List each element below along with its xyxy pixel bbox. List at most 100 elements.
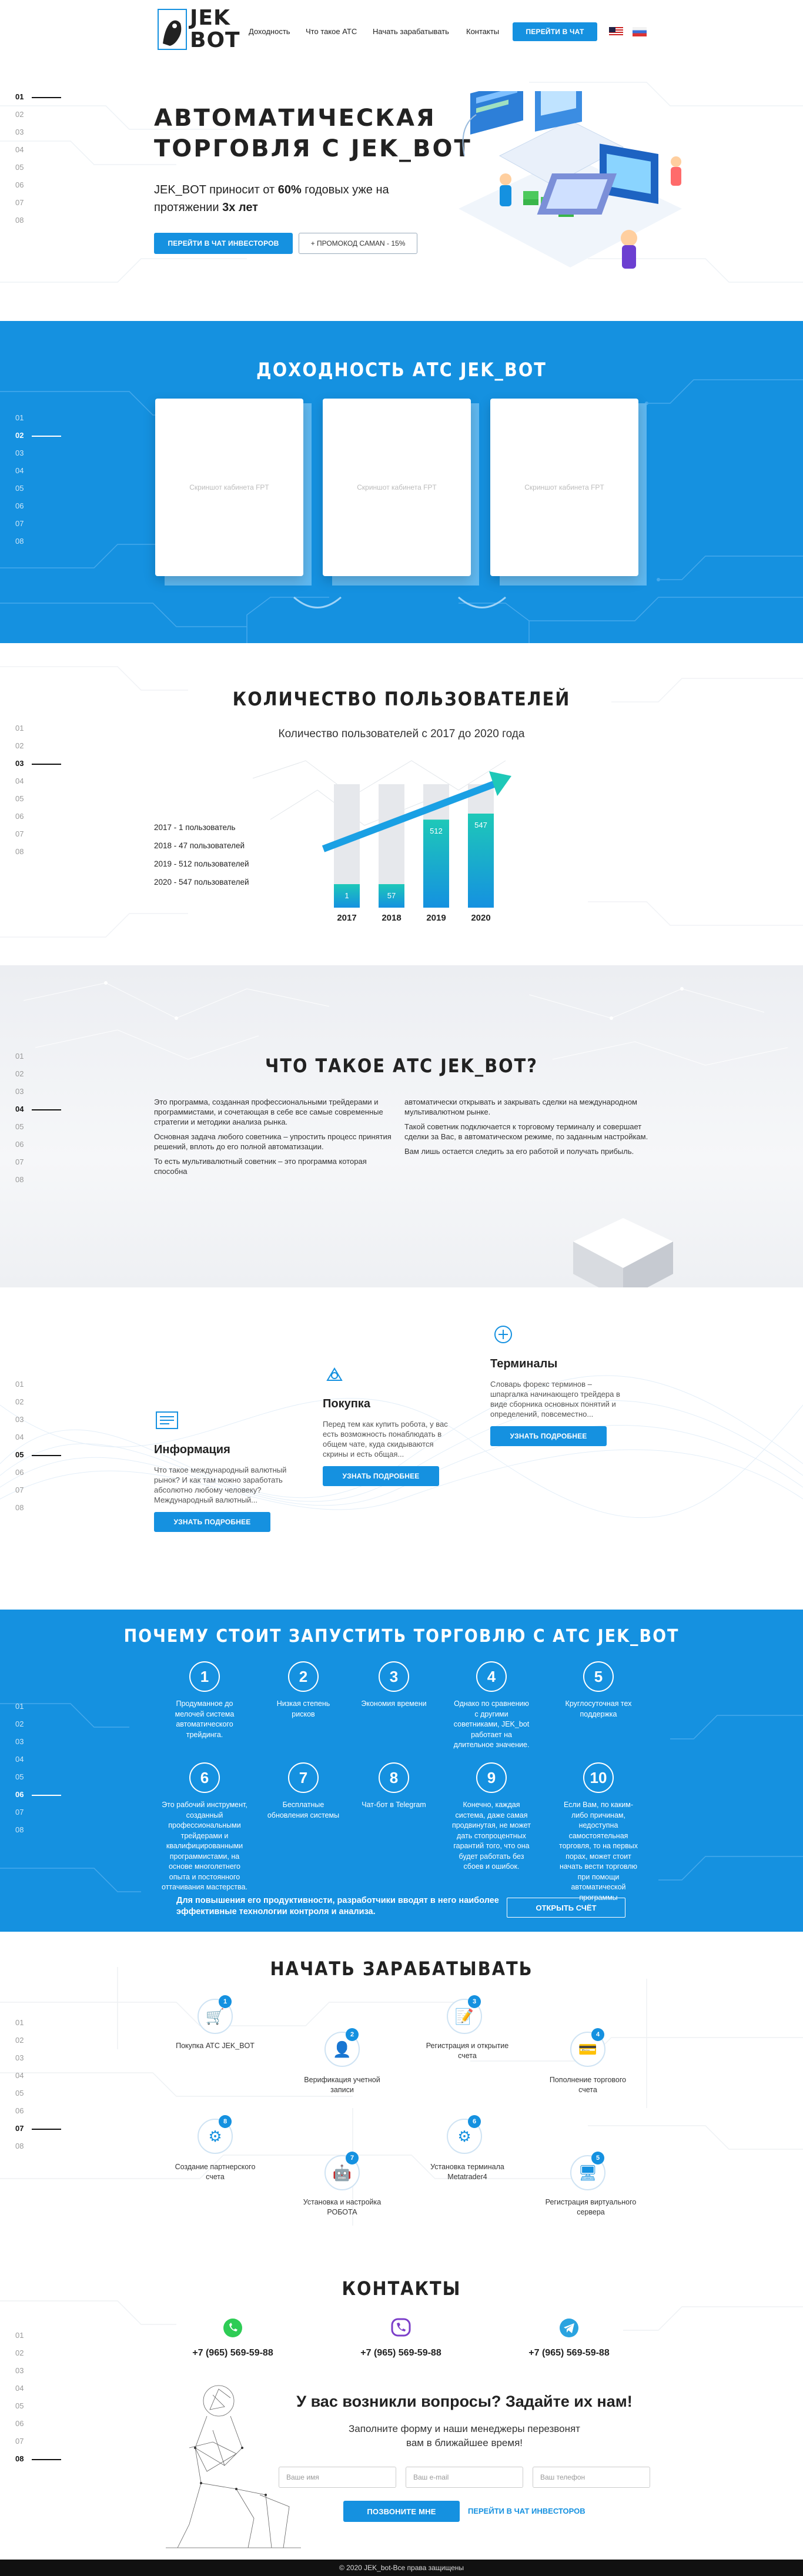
telegram-icon[interactable] <box>558 2317 580 2339</box>
side-nav-item[interactable]: 08 <box>15 1499 62 1517</box>
side-nav-item[interactable]: 02 <box>15 1065 62 1083</box>
screenshot-card[interactable]: Скриншот кабинета FPT <box>490 399 638 576</box>
bar-value-label: 1 <box>344 891 349 900</box>
side-nav-item[interactable]: 05 <box>15 480 62 497</box>
side-nav-item[interactable]: 04 <box>15 2380 62 2397</box>
name-input[interactable]: Ваше имя <box>279 2467 396 2488</box>
side-nav-item[interactable]: 06 <box>15 1464 62 1481</box>
side-nav-item[interactable]: 08 <box>15 212 62 229</box>
side-nav-item[interactable]: 01 <box>15 2327 62 2344</box>
info-more-button[interactable]: УЗНАТЬ ПОДРОБНЕЕ <box>490 1426 607 1446</box>
side-nav-item[interactable]: 01 <box>15 409 62 427</box>
phone-telegram[interactable]: +7 (965) 569-59-88 <box>518 2348 620 2358</box>
logo-emblem-icon <box>158 9 187 50</box>
side-nav-item[interactable]: 03 <box>15 123 62 141</box>
side-nav-item[interactable]: 03 <box>15 1083 62 1100</box>
side-nav-item[interactable]: 06 <box>15 2102 62 2120</box>
side-nav-item[interactable]: 06 <box>15 2415 62 2433</box>
header-chat-button[interactable]: ПЕРЕЙТИ В ЧАТ <box>513 22 597 41</box>
side-nav-item[interactable]: 08 <box>15 2137 62 2155</box>
side-nav-item[interactable]: 05 <box>15 1446 62 1464</box>
flag-en-icon[interactable] <box>609 27 623 36</box>
side-nav-item[interactable]: 01 <box>15 1048 62 1065</box>
about-paragraph: Вам лишь остается следить за его работой… <box>404 1147 634 1156</box>
side-nav-item[interactable]: 03 <box>15 2362 62 2380</box>
side-nav-item[interactable]: 05 <box>15 1768 62 1786</box>
side-nav-item[interactable]: 07 <box>15 515 62 533</box>
viber-icon[interactable] <box>390 2317 411 2339</box>
side-nav-item[interactable]: 05 <box>15 790 62 808</box>
carousel-arrows-icon[interactable] <box>282 586 517 621</box>
side-nav-item[interactable]: 05 <box>15 159 62 176</box>
side-nav-item[interactable]: 01 <box>15 720 62 737</box>
bar-value-label: 547 <box>474 821 487 829</box>
nav-start[interactable]: Начать зарабатывать <box>373 27 449 36</box>
email-input[interactable]: Ваш e-mail <box>406 2467 523 2488</box>
side-nav-item[interactable]: 03 <box>15 1733 62 1751</box>
whatsapp-icon[interactable] <box>222 2317 243 2339</box>
side-nav-item[interactable]: 04 <box>15 462 62 480</box>
nav-contacts[interactable]: Контакты <box>466 27 499 36</box>
side-nav-item[interactable]: 07 <box>15 194 62 212</box>
side-nav-item[interactable]: 06 <box>15 1136 62 1153</box>
side-nav-item[interactable]: 02 <box>15 737 62 755</box>
phone-viber[interactable]: +7 (965) 569-59-88 <box>350 2348 451 2358</box>
side-nav-item[interactable]: 04 <box>15 141 62 159</box>
side-nav-item[interactable]: 02 <box>15 2344 62 2362</box>
side-nav-item[interactable]: 04 <box>15 1428 62 1446</box>
side-nav-item[interactable]: 02 <box>15 2032 62 2049</box>
call-me-button[interactable]: ПОЗВОНИТЕ МНЕ <box>343 2501 460 2522</box>
side-nav-item[interactable]: 04 <box>15 772 62 790</box>
phone-whatsapp[interactable]: +7 (965) 569-59-88 <box>182 2348 283 2358</box>
side-nav-item[interactable]: 07 <box>15 1481 62 1499</box>
side-nav-item[interactable]: 04 <box>15 2067 62 2085</box>
side-nav-item[interactable]: 03 <box>15 2049 62 2067</box>
side-nav-item[interactable]: 08 <box>15 1171 62 1189</box>
side-nav-item[interactable]: 08 <box>15 843 62 861</box>
side-nav-item[interactable]: 06 <box>15 1786 62 1804</box>
side-nav-item[interactable]: 01 <box>15 88 62 106</box>
side-nav-item[interactable]: 07 <box>15 2433 62 2450</box>
nav-about[interactable]: Что такое АТС <box>306 27 357 36</box>
side-nav-item[interactable]: 03 <box>15 444 62 462</box>
side-nav-item[interactable]: 07 <box>15 825 62 843</box>
side-nav-item[interactable]: 03 <box>15 1411 62 1428</box>
side-nav-item[interactable]: 05 <box>15 2085 62 2102</box>
hero-chat-button[interactable]: ПЕРЕЙТИ В ЧАТ ИНВЕСТОРОВ <box>154 233 293 254</box>
open-account-button[interactable]: ОТКРЫТЬ СЧЁТ <box>507 1898 625 1918</box>
side-nav-item[interactable]: 02 <box>15 1715 62 1733</box>
step-badge: 8 <box>219 2115 232 2128</box>
info-more-button[interactable]: УЗНАТЬ ПОДРОБНЕЕ <box>154 1512 270 1532</box>
side-nav-item[interactable]: 01 <box>15 1698 62 1715</box>
side-nav-item[interactable]: 08 <box>15 1821 62 1839</box>
side-nav-item[interactable]: 02 <box>15 106 62 123</box>
hero-promo-button[interactable]: + ПРОМОКОД CAMAN - 15% <box>299 233 417 254</box>
side-nav-item[interactable]: 01 <box>15 2014 62 2032</box>
side-nav-item[interactable]: 01 <box>15 1376 62 1393</box>
side-nav-item[interactable]: 05 <box>15 2397 62 2415</box>
nav-profit[interactable]: Доходность <box>249 27 290 36</box>
side-nav-item[interactable]: 02 <box>15 1393 62 1411</box>
side-nav-item[interactable]: 04 <box>15 1100 62 1118</box>
side-nav: 01 02 03 04 05 06 07 08 <box>15 1376 62 1517</box>
screenshot-card[interactable]: Скриншот кабинета FPT <box>155 399 303 576</box>
phone-input[interactable]: Ваш телефон <box>533 2467 650 2488</box>
side-nav-item[interactable]: 08 <box>15 2450 62 2468</box>
side-nav-item[interactable]: 07 <box>15 1153 62 1171</box>
investors-chat-link[interactable]: ПЕРЕЙТИ В ЧАТ ИНВЕСТОРОВ <box>468 2507 585 2515</box>
side-nav-item[interactable]: 06 <box>15 176 62 194</box>
step-label: Установка терминала Metatrader4 <box>430 2163 504 2181</box>
side-nav-item[interactable]: 07 <box>15 1804 62 1821</box>
side-nav-item[interactable]: 08 <box>15 533 62 550</box>
info-more-button[interactable]: УЗНАТЬ ПОДРОБНЕЕ <box>323 1466 439 1486</box>
side-nav-item[interactable]: 05 <box>15 1118 62 1136</box>
logo[interactable]: JEK BOT <box>157 7 240 54</box>
side-nav-item[interactable]: 04 <box>15 1751 62 1768</box>
side-nav-item[interactable]: 06 <box>15 808 62 825</box>
side-nav-item[interactable]: 02 <box>15 427 62 444</box>
side-nav-item[interactable]: 07 <box>15 2120 62 2137</box>
flag-ru-icon[interactable] <box>633 27 647 36</box>
side-nav-item[interactable]: 03 <box>15 755 62 772</box>
screenshot-card[interactable]: Скриншот кабинета FPT <box>323 399 471 576</box>
side-nav-item[interactable]: 06 <box>15 497 62 515</box>
